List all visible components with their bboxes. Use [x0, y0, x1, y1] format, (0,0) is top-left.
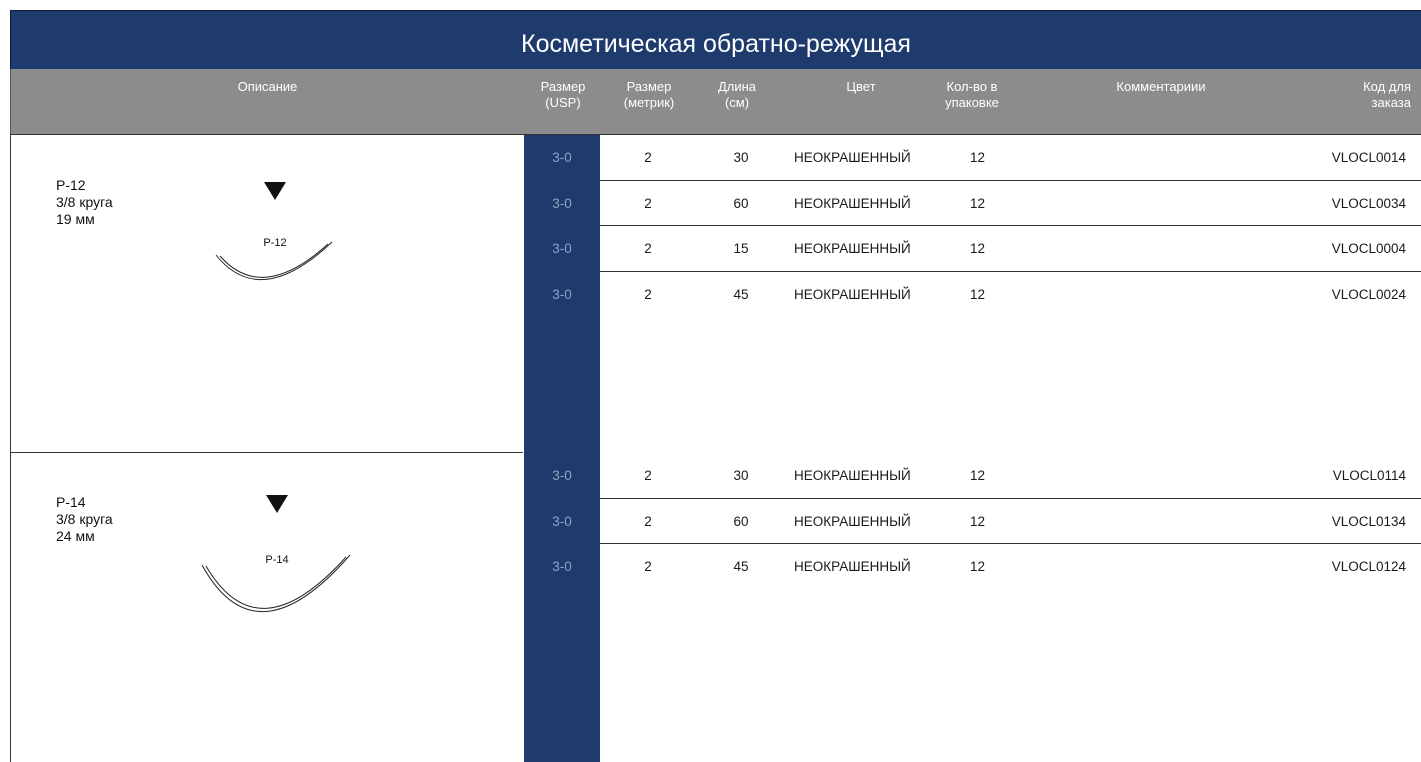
- cell-order-code: VLOCL0114: [1332, 468, 1406, 483]
- cell-length: 60: [733, 514, 749, 529]
- needle-curve-icon: P-12: [215, 182, 333, 281]
- needle-label: P-14: [265, 554, 288, 566]
- header-divider: [10, 134, 1421, 135]
- header-size-metric-line2: (метрик): [623, 95, 675, 110]
- cell-metric: 2: [644, 241, 652, 256]
- cell-order-code: VLOCL0024: [1331, 287, 1406, 302]
- catalog-page: Косметическая обратно-режущая Описание Р…: [10, 10, 1421, 762]
- cell-length: 60: [733, 196, 749, 211]
- cell-order-code: VLOCL0124: [1331, 559, 1406, 574]
- row-divider: [600, 271, 1421, 272]
- cell-qty: 12: [970, 196, 986, 211]
- needle-name: P-14: [56, 494, 86, 510]
- group-divider: [10, 452, 523, 453]
- cell-qty: 12: [970, 559, 986, 574]
- needle-arc-inner: [219, 243, 329, 278]
- triangle-down-icon: [264, 182, 286, 200]
- table-header: Описание Размер (USP) Размер (метрик) Дл…: [10, 69, 1421, 134]
- cell-qty: 12: [970, 468, 986, 483]
- cell-metric: 2: [644, 514, 652, 529]
- row-divider: [600, 225, 1421, 226]
- cell-length: 45: [733, 287, 749, 302]
- needle-arc: 3/8 круга: [56, 511, 113, 527]
- row-divider: [600, 498, 1421, 499]
- cell-usp: 3-0: [552, 468, 572, 483]
- header-size-usp: Размер (USP): [525, 79, 601, 111]
- cell-order-code: VLOCL0134: [1331, 514, 1406, 529]
- cell-color: НЕОКРАШЕННЫЙ: [794, 287, 911, 302]
- header-length-line1: Длина: [717, 79, 757, 94]
- header-size-metric: Размер (метрик): [609, 79, 689, 111]
- cell-order-code: VLOCL0014: [1331, 150, 1406, 165]
- row-divider: [600, 180, 1421, 181]
- header-length: Длина (см): [707, 79, 767, 111]
- cell-qty: 12: [970, 514, 986, 529]
- cell-metric: 2: [644, 287, 652, 302]
- cell-usp: 3-0: [552, 196, 572, 211]
- usp-column-band: [524, 135, 600, 762]
- header-qty: Кол-во в упаковке: [927, 79, 1017, 111]
- header-length-line2: (см): [724, 95, 750, 110]
- cell-usp: 3-0: [552, 241, 572, 256]
- needle-label: P-12: [263, 237, 286, 249]
- left-border: [10, 134, 11, 762]
- cell-color: НЕОКРАШЕННЫЙ: [794, 559, 911, 574]
- header-size-usp-line1: Размер: [540, 79, 586, 94]
- header-qty-line1: Кол-во в: [946, 79, 998, 94]
- cell-metric: 2: [644, 559, 652, 574]
- cell-usp: 3-0: [552, 287, 572, 302]
- header-size-usp-line2: (USP): [545, 95, 581, 110]
- cell-length: 15: [733, 241, 749, 256]
- needle-name: P-12: [56, 177, 86, 193]
- header-qty-line2: упаковке: [945, 95, 999, 110]
- cell-usp: 3-0: [552, 514, 572, 529]
- cell-color: НЕОКРАШЕННЫЙ: [794, 514, 911, 529]
- header-order-code-line2: заказа: [1371, 95, 1411, 110]
- needle-length: 19 мм: [56, 211, 95, 227]
- header-size-metric-line1: Размер: [626, 79, 672, 94]
- cell-color: НЕОКРАШЕННЫЙ: [794, 196, 911, 211]
- cell-order-code: VLOCL0004: [1331, 241, 1406, 256]
- row-divider: [600, 543, 1421, 544]
- cell-qty: 12: [970, 241, 986, 256]
- cell-order-code: VLOCL0034: [1331, 196, 1406, 211]
- triangle-down-icon: [266, 495, 288, 513]
- cell-metric: 2: [644, 468, 652, 483]
- needle-description-p12: P-12 3/8 круга 19 мм: [56, 177, 113, 228]
- cell-length: 45: [733, 559, 749, 574]
- header-color: Цвет: [846, 79, 876, 94]
- cell-color: НЕОКРАШЕННЫЙ: [794, 468, 911, 483]
- cell-length: 30: [733, 468, 749, 483]
- needle-description-p14: P-14 3/8 круга 24 мм: [56, 494, 113, 545]
- needle-curve-icon: P-14: [201, 495, 351, 613]
- cell-qty: 12: [970, 287, 986, 302]
- cell-usp: 3-0: [552, 559, 572, 574]
- needle-length: 24 мм: [56, 528, 95, 544]
- needle-arc: 3/8 круга: [56, 194, 113, 210]
- header-description: Описание: [237, 79, 298, 94]
- cell-usp: 3-0: [552, 150, 572, 165]
- cell-metric: 2: [644, 196, 652, 211]
- cell-length: 30: [733, 150, 749, 165]
- cell-color: НЕОКРАШЕННЫЙ: [794, 150, 911, 165]
- header-comments: Комментариии: [1116, 79, 1206, 94]
- header-order-code-line1: Код для: [1363, 79, 1411, 94]
- cell-qty: 12: [970, 150, 986, 165]
- cell-metric: 2: [644, 150, 652, 165]
- cell-color: НЕОКРАШЕННЫЙ: [794, 241, 911, 256]
- header-order-code: Код для заказа: [1311, 79, 1411, 111]
- page-title: Косметическая обратно-режущая: [10, 10, 1421, 69]
